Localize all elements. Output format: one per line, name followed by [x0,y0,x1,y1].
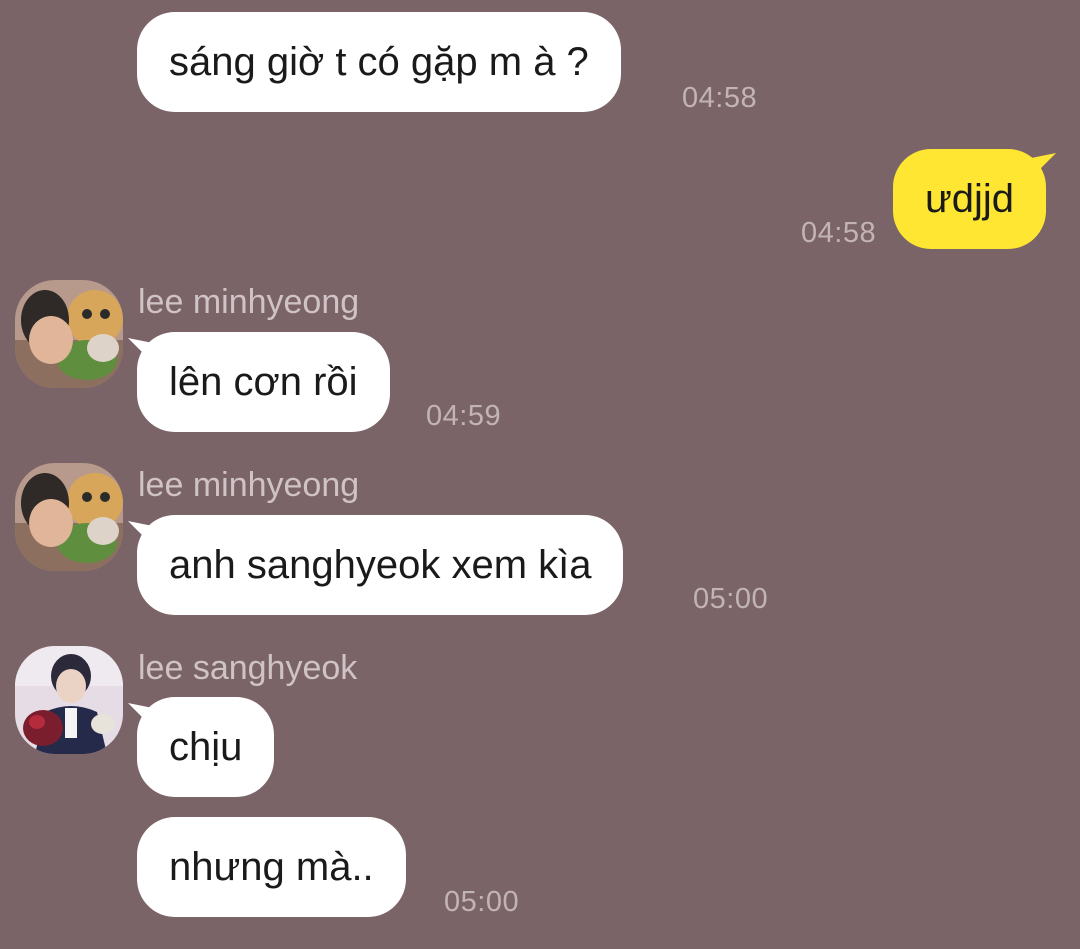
message-timestamp: 05:00 [693,583,769,615]
profile-photo-icon [15,280,123,388]
avatar[interactable] [15,646,123,754]
sender-name: lee sanghyeok [138,649,358,687]
message-text: nhưng mà.. [169,844,374,889]
sender-name: lee minhyeong [138,283,360,321]
sender-name: lee minhyeong [138,466,360,504]
message-timestamp: 04:58 [801,217,877,249]
avatar[interactable] [15,463,123,571]
message-text: lên cơn rồi [169,359,358,404]
message-timestamp: 05:00 [444,886,520,918]
profile-photo-icon [15,646,123,754]
message-text: anh sanghyeok xem kìa [169,542,592,587]
message-timestamp: 04:59 [426,400,502,432]
message-bubble[interactable]: chịu [137,697,275,797]
message-bubble[interactable]: nhưng mà.. [137,817,406,917]
chat-screen: { "chat": { "background_color": "#7b6468… [0,0,1080,949]
message-bubble[interactable]: sáng giờ t có gặp m à ? [137,12,621,112]
message-bubble[interactable]: lên cơn rồi [137,332,390,432]
my-message-bubble[interactable]: ưdjjd [893,149,1047,249]
message-timestamp: 04:58 [682,82,758,114]
message-bubble[interactable]: anh sanghyeok xem kìa [137,515,624,615]
message-text: ưdjjd [925,176,1015,221]
avatar[interactable] [15,280,123,388]
message-text: sáng giờ t có gặp m à ? [169,39,589,84]
message-text: chịu [169,724,243,769]
profile-photo-icon [15,463,123,571]
